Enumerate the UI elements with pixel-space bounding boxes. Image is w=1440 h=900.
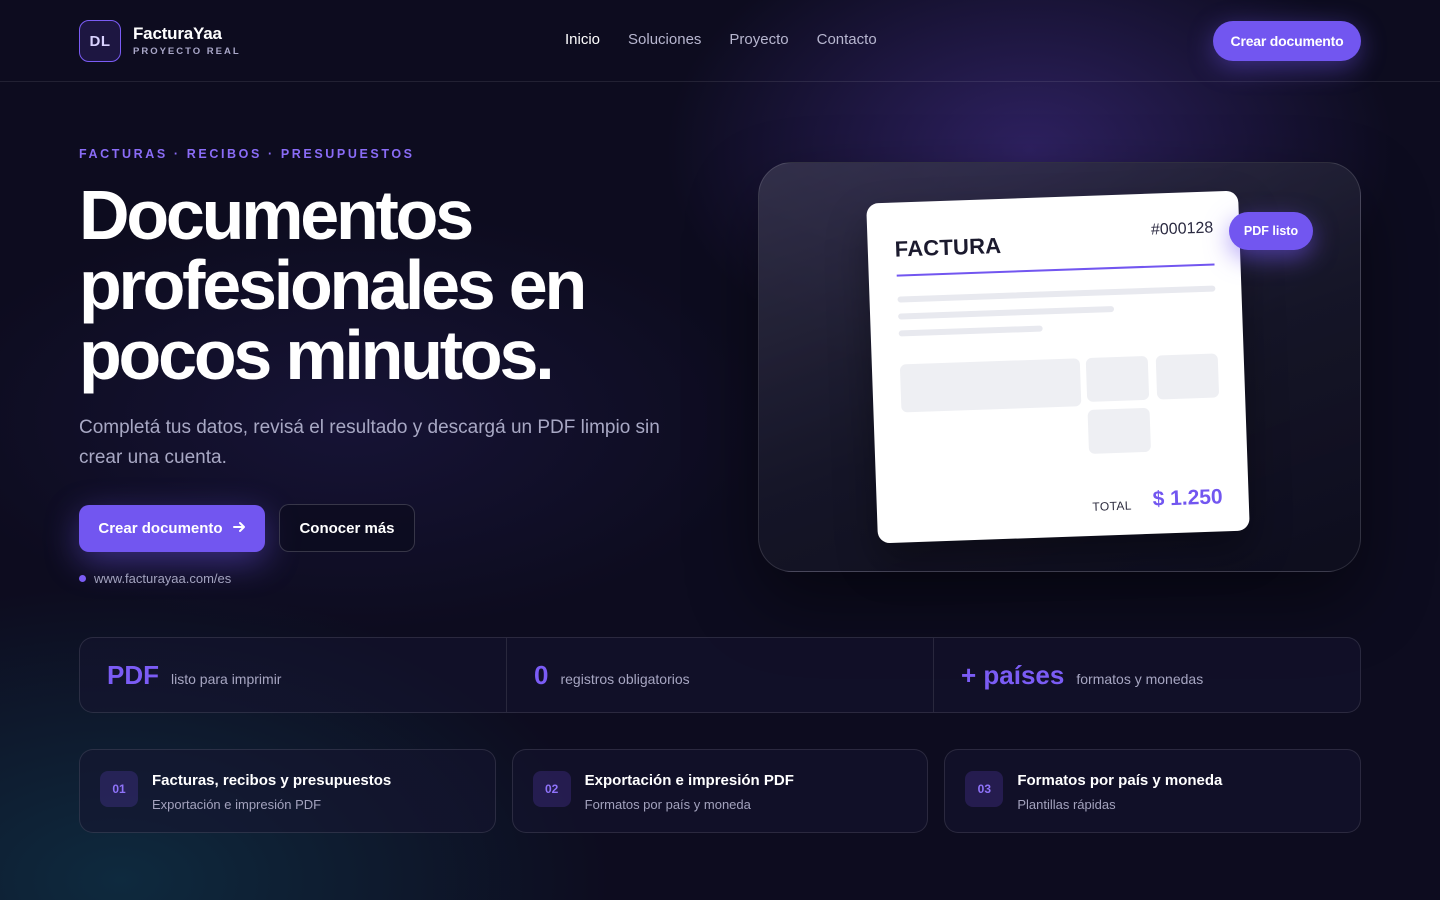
site-url-text[interactable]: www.facturayaa.com/es — [94, 571, 231, 586]
header-create-document-button[interactable]: Crear documento — [1213, 21, 1361, 61]
stat-item: PDF listo para imprimir — [80, 638, 507, 712]
stat-value: 0 — [534, 660, 549, 690]
nav-link-soluciones[interactable]: Soluciones — [628, 31, 701, 48]
stat-label: listo para imprimir — [171, 671, 282, 687]
stat-label: formatos y monedas — [1076, 671, 1204, 687]
brand-tagline: PROYECTO REAL — [133, 46, 241, 57]
feature-description: Formatos por país y moneda — [584, 797, 751, 812]
hero-eyebrow: FACTURAS · RECIBOS · PRESUPUESTOS — [79, 147, 415, 161]
invoice-document: FACTURA #000128 TOTAL $ 1.250 — [866, 190, 1250, 544]
nav-link-proyecto[interactable]: Proyecto — [729, 31, 788, 48]
feature-card: 02 Exportación e impresión PDF Formatos … — [511, 749, 929, 833]
features-row: 01 Facturas, recibos y presupuestos Expo… — [79, 749, 1362, 833]
invoice-divider — [896, 263, 1215, 277]
nav-link-inicio[interactable]: Inicio — [565, 31, 600, 48]
status-dot-icon — [79, 575, 86, 582]
feature-description: Exportación e impresión PDF — [152, 797, 322, 812]
invoice-number: #000128 — [1150, 219, 1214, 239]
feature-number-badge: 02 — [532, 771, 571, 807]
placeholder-cell — [899, 358, 1082, 413]
logo-badge[interactable]: DL — [79, 20, 121, 62]
stat-value: PDF — [107, 660, 159, 690]
learn-more-button[interactable]: Conocer más — [279, 504, 415, 552]
placeholder-cell — [1087, 407, 1152, 454]
hero-subtitle: Completá tus datos, revisá el resultado … — [79, 417, 660, 468]
site-url: www.facturayaa.com/es — [79, 571, 231, 586]
invoice-total-label: TOTAL — [1092, 498, 1133, 514]
invoice-preview-card: FACTURA #000128 TOTAL $ 1.250 PDF listo — [758, 162, 1361, 572]
invoice-title: FACTURA — [894, 232, 1002, 262]
brand-name[interactable]: FacturaYaa — [133, 24, 222, 44]
placeholder-line — [898, 325, 1043, 337]
feature-card: 03 Formatos por país y moneda Plantillas… — [944, 749, 1362, 833]
feature-card: 01 Facturas, recibos y presupuestos Expo… — [79, 749, 496, 833]
pdf-ready-badge: PDF listo — [1229, 212, 1313, 250]
stat-item: + países formatos y monedas — [934, 638, 1360, 712]
main-nav: Inicio Soluciones Proyecto Contacto — [565, 31, 877, 48]
feature-description: Plantillas rápidas — [1017, 797, 1116, 812]
placeholder-cell — [1085, 355, 1150, 403]
placeholder-cell — [1155, 353, 1220, 400]
feature-title: Exportación e impresión PDF — [584, 772, 794, 789]
hero-title: Documentos profesionales en pocos minuto… — [79, 176, 587, 394]
stat-label: registros obligatorios — [560, 671, 690, 687]
create-document-label: Crear documento — [98, 520, 223, 537]
invoice-total-value: $ 1.250 — [1152, 485, 1224, 511]
feature-title: Formatos por país y moneda — [1017, 772, 1223, 789]
arrow-right-icon — [232, 520, 246, 537]
create-document-button[interactable]: Crear documento — [79, 505, 265, 552]
stats-bar: PDF listo para imprimir 0 registros obli… — [79, 637, 1361, 713]
stat-item: 0 registros obligatorios — [507, 638, 934, 712]
stat-value: + países — [961, 660, 1065, 690]
nav-link-contacto[interactable]: Contacto — [817, 31, 877, 48]
placeholder-line — [898, 306, 1115, 320]
feature-number-badge: 01 — [100, 771, 138, 807]
feature-title: Facturas, recibos y presupuestos — [152, 772, 392, 789]
placeholder-line — [897, 285, 1216, 303]
site-header: DL FacturaYaa PROYECTO REAL Inicio Soluc… — [0, 0, 1440, 82]
feature-number-badge: 03 — [965, 771, 1004, 807]
